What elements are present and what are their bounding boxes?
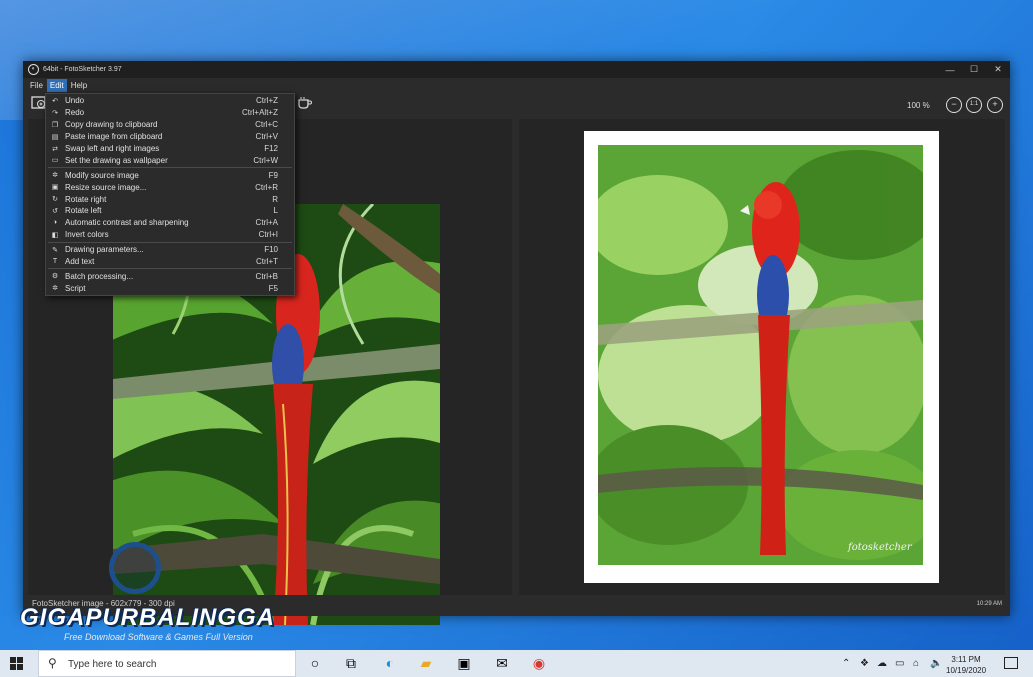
watermark: GIGAPURBALINGGA Free Download Software &… (20, 542, 275, 642)
painted-image: fotosketcher (598, 145, 923, 565)
menu-item-set-wallpaper[interactable]: ▭ Set the drawing as wallpaper Ctrl+W (46, 154, 294, 166)
menu-item-script[interactable]: ✲ Script F5 (46, 282, 294, 294)
clock-time: 3:11 PM (951, 655, 981, 664)
watermark-logo-icon (109, 542, 161, 594)
menu-edit[interactable]: Edit (46, 79, 67, 92)
drawing-pane: fotosketcher (519, 119, 1005, 595)
menu-item-paste-image[interactable]: ▤ Paste image from clipboard Ctrl+V (46, 131, 294, 143)
store-icon[interactable]: ▣ (455, 654, 473, 672)
drawing-canvas[interactable]: fotosketcher (584, 131, 939, 583)
battery-icon[interactable]: ▭ (895, 658, 904, 669)
menu-help[interactable]: Help (68, 79, 90, 92)
menu-file[interactable]: File (27, 79, 46, 92)
menu-item-modify-source[interactable]: ✲ Modify source image F9 (46, 169, 294, 181)
monitor-icon: ▭ (51, 157, 59, 165)
swap-icon: ⇄ (52, 145, 58, 153)
maximize-button[interactable]: ☐ (962, 64, 986, 75)
menu-item-undo[interactable]: ↶ Undo Ctrl+Z (46, 95, 294, 107)
gear-icon: ✲ (52, 172, 58, 180)
taskbar-clock[interactable]: 3:11 PM 10/19/2020 (946, 654, 986, 676)
invert-icon: ◧ (51, 231, 59, 239)
undo-icon: ↶ (52, 97, 58, 105)
script-icon: ✲ (52, 285, 58, 293)
copy-icon: ❐ (51, 121, 59, 129)
fotosketcher-window: ◐ 64bit - FotoSketcher 3.97 — ☐ ✕ File E… (23, 61, 1010, 625)
menu-item-auto-contrast[interactable]: ◑ Automatic contrast and sharpening Ctrl+A (46, 217, 294, 229)
windows-start-icon[interactable] (10, 657, 23, 670)
paste-icon: ▤ (51, 133, 59, 141)
menu-item-rotate-right[interactable]: ↻ Rotate right R (46, 193, 294, 205)
rotate-left-icon: ↺ (52, 207, 58, 215)
menu-item-batch-processing[interactable]: ⚙ Batch processing... Ctrl+B (46, 270, 294, 282)
notification-icon[interactable] (1004, 657, 1018, 669)
taskbar: ⚲ Type here to search ○ ⧉ ◐ ▰ ▣ ✉ ◉ ⌃ ❖ … (0, 650, 1033, 677)
volume-icon[interactable]: 🔈 (930, 658, 942, 669)
contrast-icon: ◑ (52, 219, 58, 227)
minimize-button[interactable]: — (938, 65, 962, 75)
inner-clock: 10:29 AM (976, 601, 1002, 607)
menu-item-invert-colors[interactable]: ◧ Invert colors Ctrl+I (46, 229, 294, 241)
file-explorer-icon[interactable]: ▰ (417, 654, 435, 672)
menu-item-swap-images[interactable]: ⇄ Swap left and right images F12 (46, 143, 294, 155)
menu-bar: File Edit Help (23, 78, 1010, 93)
rotate-right-icon: ↻ (52, 196, 58, 204)
menu-item-resize-source[interactable]: ▣ Resize source image... Ctrl+R (46, 181, 294, 193)
cortana-icon[interactable]: ○ (306, 654, 324, 672)
menu-item-redo[interactable]: ↷ Redo Ctrl+Alt+Z (46, 107, 294, 119)
search-placeholder: Type here to search (68, 659, 157, 670)
dropbox-icon[interactable]: ❖ (860, 658, 869, 669)
search-icon: ⚲ (48, 656, 57, 670)
zoom-reset-icon[interactable]: 1:1 (966, 97, 982, 113)
edge-icon[interactable]: ◐ (381, 654, 399, 672)
signature-text: fotosketcher (847, 542, 913, 553)
zoom-level: 100 % (907, 101, 930, 110)
brush-icon: ✎ (52, 246, 58, 254)
mail-icon[interactable]: ✉ (493, 654, 511, 672)
network-icon[interactable]: ⌂ (913, 658, 919, 669)
menu-separator (48, 241, 292, 243)
close-button[interactable]: ✕ (986, 64, 1010, 75)
menu-item-drawing-parameters[interactable]: ✎ Drawing parameters... F10 (46, 244, 294, 256)
text-icon: T (52, 258, 58, 266)
cloud-icon[interactable]: ☁ (877, 658, 887, 669)
menu-item-rotate-left[interactable]: ↺ Rotate left L (46, 205, 294, 217)
task-view-icon[interactable]: ⧉ (342, 654, 360, 672)
resize-icon: ▣ (51, 184, 59, 192)
batch-icon: ⚙ (51, 273, 59, 281)
menu-item-add-text[interactable]: T Add text Ctrl+T (46, 256, 294, 268)
edit-menu: ↶ Undo Ctrl+Z ↷ Redo Ctrl+Alt+Z ❐ Copy drawin… (45, 93, 295, 297)
chevron-up-icon[interactable]: ⌃ (842, 658, 850, 669)
clock-date: 10/19/2020 (946, 666, 987, 675)
window-title: 64bit - FotoSketcher 3.97 (43, 66, 122, 73)
redo-icon: ↷ (52, 109, 58, 117)
chrome-icon[interactable]: ◉ (530, 654, 548, 672)
coffee-cup-icon[interactable] (297, 96, 313, 109)
menu-separator (48, 268, 292, 270)
menu-separator (48, 167, 292, 169)
zoom-out-icon[interactable]: − (946, 97, 962, 113)
taskbar-search-box[interactable]: ⚲ Type here to search (38, 650, 296, 677)
app-icon: ◐ (28, 64, 39, 75)
zoom-in-icon[interactable]: + (987, 97, 1003, 113)
watermark-title: GIGAPURBALINGGA (20, 604, 275, 631)
watermark-subtitle: Free Download Software & Games Full Vers… (64, 632, 253, 642)
menu-item-copy-drawing[interactable]: ❐ Copy drawing to clipboard Ctrl+C (46, 119, 294, 131)
title-bar[interactable]: ◐ 64bit - FotoSketcher 3.97 — ☐ ✕ (23, 61, 1010, 78)
